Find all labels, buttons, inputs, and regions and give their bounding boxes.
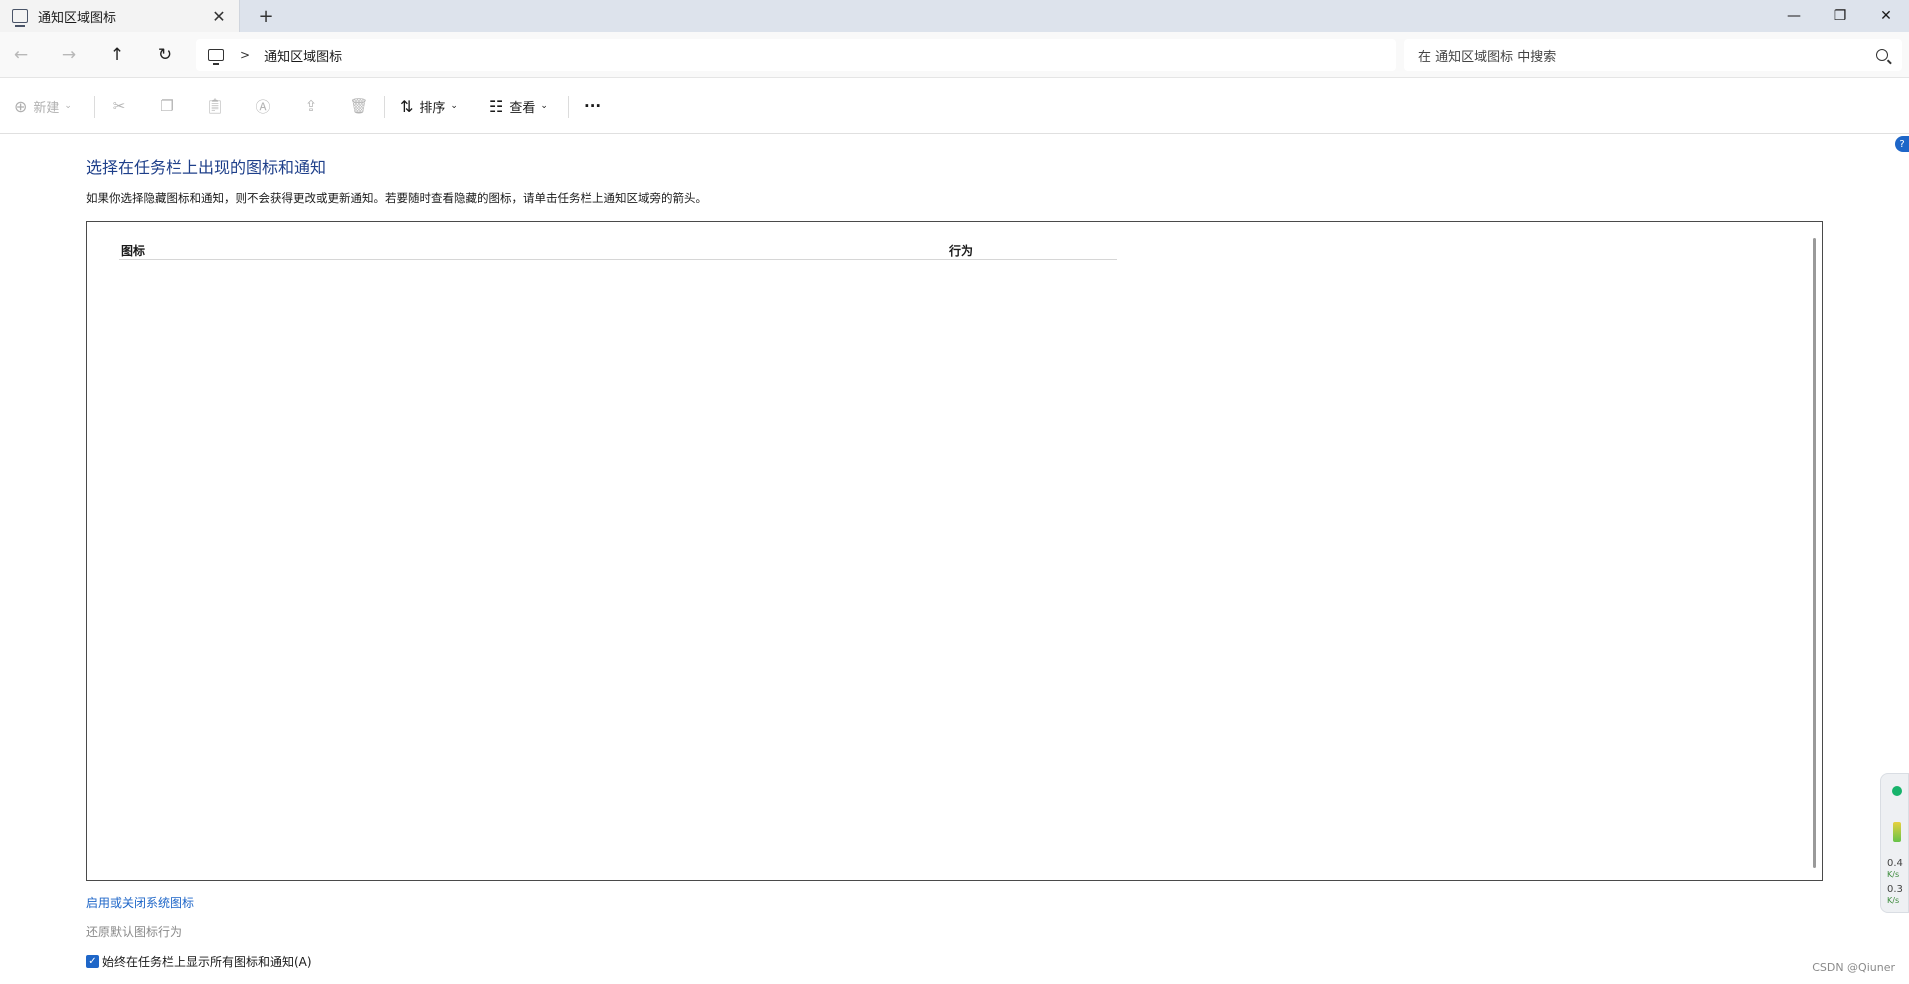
cut-icon[interactable]: ✂ (103, 90, 135, 122)
back-button[interactable]: ← (5, 39, 37, 71)
navigation-bar: ← → ↑ ↻ > 通知区域图标 在 通知区域图标 中搜索 (0, 32, 1909, 78)
status-dot-icon (1892, 786, 1902, 796)
up-button[interactable]: ↑ (101, 39, 133, 71)
download-speed: 0.3 (1887, 884, 1903, 895)
network-speed-widget[interactable]: 0.4 K/s 0.3 K/s (1880, 773, 1909, 913)
page-description: 如果你选择隐藏图标和通知，则不会获得更改或更新通知。若要随时查看隐藏的图标，请单… (86, 191, 707, 205)
paste-icon[interactable]: 📋︎ (199, 90, 231, 122)
copy-icon[interactable]: ❐ (151, 90, 183, 122)
address-bar[interactable]: > 通知区域图标 (196, 39, 1396, 71)
tab-title: 通知区域图标 (38, 10, 117, 26)
new-tab-button[interactable]: + (252, 4, 280, 28)
memory-bar-icon (1893, 822, 1901, 842)
search-input[interactable]: 在 通知区域图标 中搜索 (1418, 46, 1876, 65)
monitor-icon (12, 9, 28, 27)
more-options-button[interactable]: ··· (584, 90, 601, 122)
refresh-button[interactable]: ↻ (149, 39, 181, 71)
breadcrumb-chevron-icon[interactable]: > (240, 48, 250, 62)
search-box[interactable]: 在 通知区域图标 中搜索 (1404, 39, 1902, 71)
chevron-down-icon: ⌄ (64, 101, 72, 111)
share-icon[interactable]: ⇪ (295, 90, 327, 122)
command-bar: ⊕ 新建 ⌄ ✂ ❐ 📋︎ Ⓐ ⇪ 🗑︎ ⇅ 排序 ⌄ ☷ 查看 ⌄ ··· (0, 78, 1909, 134)
search-icon[interactable] (1876, 49, 1888, 61)
sort-button[interactable]: ⇅ 排序 ⌄ (400, 90, 458, 122)
sort-label: 排序 (419, 100, 446, 116)
download-unit: K/s (1887, 896, 1900, 905)
show-all-icons-option[interactable]: ✓ 始终在任务栏上显示所有图标和通知(A) (86, 953, 312, 970)
checkbox-checked-icon[interactable]: ✓ (86, 955, 99, 968)
minimize-button[interactable]: — (1771, 0, 1817, 32)
title-bar: 通知区域图标 ✕ + — ❐ ✕ (0, 0, 1909, 32)
tab-close-button[interactable]: ✕ (205, 2, 233, 30)
view-button[interactable]: ☷ 查看 ⌄ (489, 90, 548, 122)
list-header: 图标 行为 (119, 240, 1117, 260)
restore-default-link[interactable]: 还原默认图标行为 (86, 923, 182, 940)
forward-button[interactable]: → (53, 39, 85, 71)
upload-speed: 0.4 (1887, 858, 1903, 869)
plus-circle-icon: ⊕ (14, 96, 28, 116)
checkbox-label: 始终在任务栏上显示所有图标和通知(A) (102, 955, 312, 969)
column-header-icon[interactable]: 图标 (121, 242, 145, 259)
sort-icon: ⇅ (400, 96, 414, 116)
breadcrumb-item[interactable]: 通知区域图标 (264, 46, 342, 65)
toggle-system-icons-link[interactable]: 启用或关闭系统图标 (86, 894, 194, 911)
delete-icon[interactable]: 🗑︎ (343, 90, 375, 122)
view-label: 查看 (509, 100, 536, 116)
window-controls: — ❐ ✕ (1771, 0, 1909, 32)
rename-icon[interactable]: Ⓐ (247, 90, 279, 122)
divider (384, 96, 385, 118)
new-button[interactable]: ⊕ 新建 ⌄ (14, 90, 72, 122)
upload-unit: K/s (1887, 870, 1900, 879)
view-list-icon: ☷ (489, 96, 504, 116)
notification-icons-list[interactable]: 图标 行为 (86, 221, 1823, 881)
divider (568, 96, 569, 118)
watermark: CSDN @Qiuner (1812, 961, 1895, 974)
maximize-button[interactable]: ❐ (1817, 0, 1863, 32)
vertical-scrollbar[interactable] (1813, 238, 1816, 868)
computer-icon (208, 49, 224, 65)
new-label: 新建 (33, 100, 60, 116)
chevron-down-icon: ⌄ (450, 101, 458, 111)
close-button[interactable]: ✕ (1863, 0, 1909, 32)
divider (94, 96, 95, 118)
tab-notification-icons[interactable]: 通知区域图标 ✕ (0, 0, 240, 32)
help-icon[interactable]: ? (1895, 136, 1909, 152)
column-header-action[interactable]: 行为 (949, 242, 973, 259)
chevron-down-icon: ⌄ (540, 101, 548, 111)
page-title: 选择在任务栏上出现的图标和通知 (86, 158, 327, 177)
